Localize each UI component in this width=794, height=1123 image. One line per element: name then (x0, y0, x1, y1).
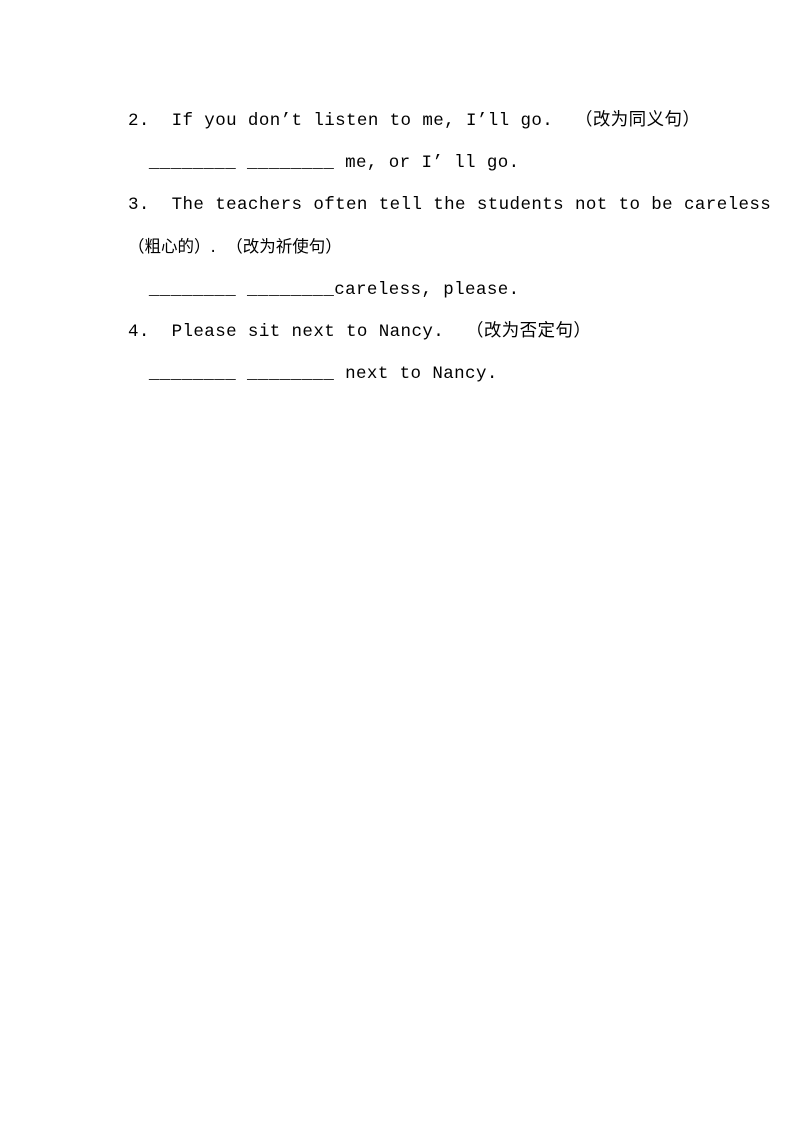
exercise-3-continuation-text: （粗心的）. （改为祈使句） (128, 237, 342, 256)
exercise-2-answer: ________ ________ me, or I’ ll go. (128, 142, 688, 184)
exercise-3-question-text: 3. The teachers often tell the students … (128, 195, 772, 215)
exercise-4-question: 4. Please sit next to Nancy. （改为否定句） (128, 311, 688, 353)
worksheet-body: 2. If you don’t listen to me, I’ll go. （… (128, 100, 771, 395)
exercise-4-answer-text: ________ ________ next to Nancy. (138, 364, 498, 384)
exercise-2-question-text: 2. If you don’t listen to me, I’ll go. （… (128, 111, 701, 131)
exercise-3-continuation: （粗心的）. （改为祈使句） (128, 226, 688, 269)
exercise-3-answer-text: ________ ________careless, please. (138, 280, 520, 300)
exercise-3-answer: ________ ________careless, please. (128, 269, 688, 311)
exercise-2-answer-text: ________ ________ me, or I’ ll go. (138, 153, 520, 173)
exercise-4-answer: ________ ________ next to Nancy. (128, 353, 688, 395)
exercise-4-question-text: 4. Please sit next to Nancy. （改为否定句） (128, 322, 592, 342)
exercise-3-question: 3. The teachers often tell the students … (128, 184, 771, 226)
exercise-2-question: 2. If you don’t listen to me, I’ll go. （… (128, 100, 700, 142)
document-page: 2. If you don’t listen to me, I’ll go. （… (0, 0, 794, 1123)
